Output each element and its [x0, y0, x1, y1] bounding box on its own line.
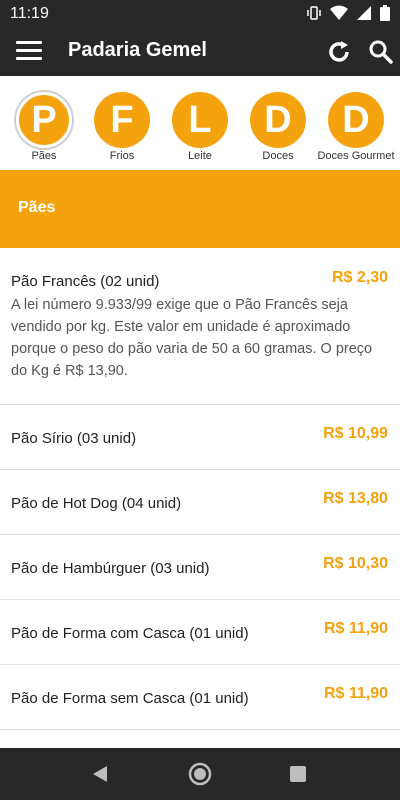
item-description: A lei número 9.933/99 exige que o Pão Fr…	[11, 297, 373, 379]
category-icon: D	[328, 92, 384, 148]
item-name: Pão Francês (02 unid)	[11, 273, 160, 290]
status-time: 11:19	[10, 5, 49, 22]
list-item[interactable]: Pão Francês (02 unid) R$ 2,30 A lei núme…	[0, 248, 400, 405]
category-label: Pães	[31, 150, 57, 162]
category-doces[interactable]: D Doces	[238, 92, 318, 162]
list-item[interactable]: Pão de Forma sem Casca (01 unid) R$ 11,9…	[0, 665, 400, 730]
vibrate-icon	[307, 6, 321, 20]
battery-icon	[380, 5, 390, 21]
category-icon: D	[250, 92, 306, 148]
category-label: Leite	[188, 150, 212, 162]
category-icon: P	[16, 92, 72, 148]
item-price: R$ 10,30	[323, 555, 388, 572]
status-icons	[306, 5, 390, 21]
list-item[interactable]: Pão de Hot Dog (04 unid) R$ 13,80	[0, 470, 400, 535]
menu-icon-line	[16, 41, 42, 44]
item-price: R$ 10,99	[323, 425, 388, 442]
search-icon[interactable]	[368, 39, 394, 65]
app-bar: Padaria Gemel	[0, 28, 400, 76]
list-item[interactable]: Pão de Hambúrguer (03 unid) R$ 10,30	[0, 535, 400, 600]
category-bar: P Pães F Frios L Leite D Doces D Doces G…	[0, 76, 400, 170]
item-price: R$ 2,30	[331, 269, 388, 286]
item-name: Pão de Hambúrguer (03 unid)	[11, 560, 210, 577]
menu-button[interactable]	[16, 41, 42, 63]
item-price: R$ 13,80	[323, 490, 388, 507]
category-label: Frios	[109, 150, 135, 162]
category-label: Doces	[262, 150, 294, 162]
section-header: Pães	[0, 170, 400, 248]
menu-icon-line	[16, 57, 42, 60]
category-doces-gourmet[interactable]: D Doces Gourmet	[316, 92, 396, 162]
list-item[interactable]: Pão de Forma com Casca (01 unid) R$ 11,9…	[0, 600, 400, 665]
item-name: Pão de Forma sem Casca (01 unid)	[11, 690, 249, 707]
item-name: Pão de Forma com Casca (01 unid)	[11, 625, 249, 642]
menu-icon-line	[16, 49, 42, 52]
status-bar: 11:19	[0, 0, 400, 28]
app-title: Padaria Gemel	[68, 39, 207, 61]
system-nav-bar	[0, 748, 400, 800]
item-name: Pão de Hot Dog (04 unid)	[11, 495, 182, 512]
category-leite[interactable]: L Leite	[160, 92, 240, 162]
back-icon[interactable]	[92, 765, 108, 783]
product-list: Pão Francês (02 unid) R$ 2,30 A lei núme…	[0, 248, 400, 730]
home-icon[interactable]	[188, 762, 212, 786]
item-price: R$ 11,90	[323, 685, 388, 702]
item-price: R$ 11,90	[323, 620, 388, 637]
section-title: Pães	[18, 199, 56, 216]
recent-apps-icon[interactable]	[290, 766, 306, 782]
list-item[interactable]: Pão Sírio (03 unid) R$ 10,99	[0, 405, 400, 470]
category-icon: L	[172, 92, 228, 148]
item-name: Pão Sírio (03 unid)	[11, 430, 137, 447]
refresh-icon[interactable]	[326, 39, 352, 65]
wifi-icon	[330, 5, 348, 20]
category-icon: F	[94, 92, 150, 148]
category-label: Doces Gourmet	[317, 150, 395, 162]
category-paes[interactable]: P Pães	[4, 92, 84, 162]
category-frios[interactable]: F Frios	[82, 92, 162, 162]
signal-icon	[357, 6, 371, 20]
